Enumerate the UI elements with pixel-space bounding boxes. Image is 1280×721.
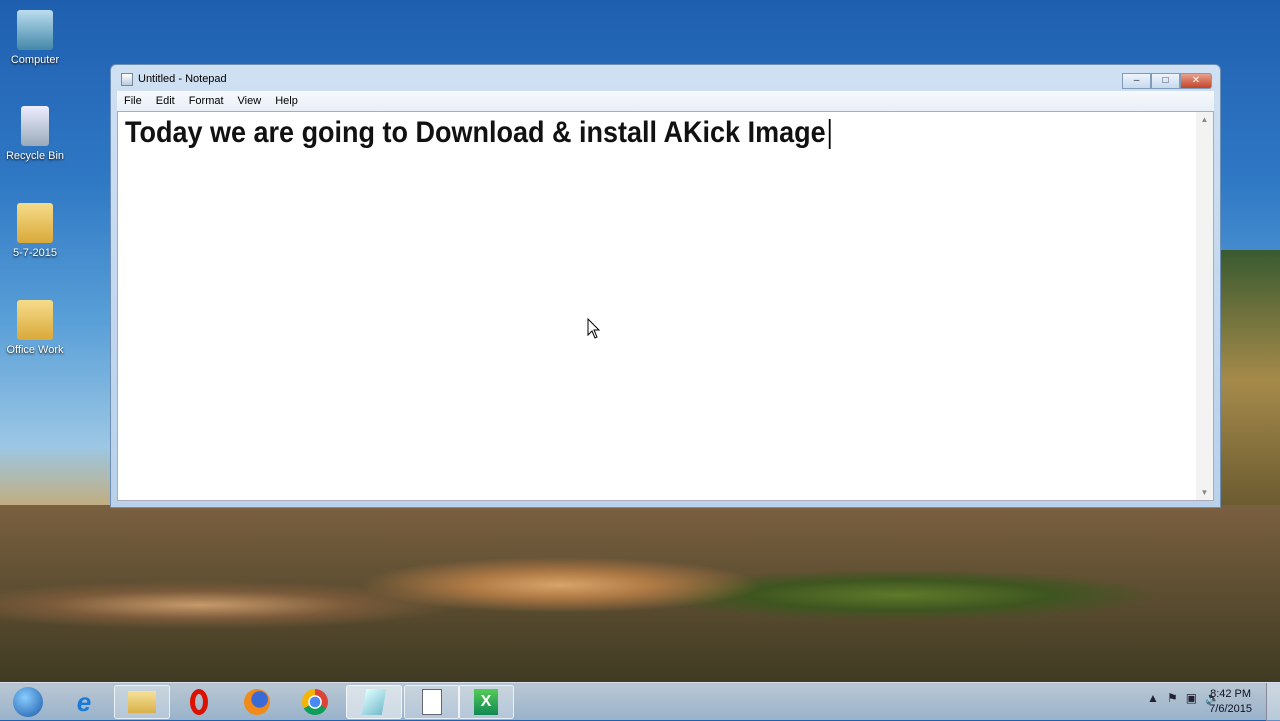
desktop-icon-office-work[interactable]: Office Work <box>2 300 68 356</box>
show-hidden-icons-button[interactable]: ▲ <box>1147 691 1159 705</box>
taskbar-opera[interactable] <box>171 685 227 719</box>
taskbar-file-explorer[interactable] <box>114 685 170 719</box>
notepad-icon <box>361 689 387 715</box>
notepad-icon <box>121 72 133 86</box>
excel-icon: X <box>474 689 498 715</box>
close-button[interactable]: ✕ <box>1180 73 1212 89</box>
editor-text: Today we are going to Download & install… <box>125 116 826 149</box>
windows-logo-icon <box>13 687 43 717</box>
desktop-icon-computer[interactable]: Computer <box>2 10 68 66</box>
icon-label: Office Work <box>6 344 64 356</box>
taskbar-excel[interactable]: X <box>458 685 514 719</box>
mouse-cursor-icon <box>587 318 601 339</box>
clock[interactable]: 8:42 PM 7/6/2015 <box>1209 687 1252 717</box>
icon-label: Recycle Bin <box>5 150 65 162</box>
firefox-icon <box>244 689 270 715</box>
menu-format[interactable]: Format <box>182 95 231 107</box>
document-icon <box>422 689 442 715</box>
taskbar: e X ▲ ⚑ ▣ 🔈 8:42 PM 7/6/2015 <box>0 682 1280 721</box>
title-bar[interactable]: Untitled - Notepad <box>111 65 1220 93</box>
text-caret <box>829 119 832 150</box>
folder-icon <box>17 300 53 340</box>
internet-explorer-icon: e <box>76 686 92 717</box>
chrome-icon <box>302 689 328 715</box>
network-icon[interactable]: ▣ <box>1186 691 1197 705</box>
desktop-icon-recycle-bin[interactable]: Recycle Bin <box>2 106 68 162</box>
minimize-button[interactable]: – <box>1122 73 1151 89</box>
clock-date: 7/6/2015 <box>1209 703 1252 715</box>
window-title: Untitled - Notepad <box>138 73 227 85</box>
text-editor[interactable]: Today we are going to Download & install… <box>117 111 1214 501</box>
computer-icon <box>17 10 53 50</box>
opera-icon <box>190 689 208 715</box>
taskbar-media-app[interactable] <box>404 685 460 719</box>
taskbar-internet-explorer[interactable]: e <box>56 685 112 719</box>
clock-time: 8:42 PM <box>1210 688 1252 700</box>
show-desktop-button[interactable] <box>1266 683 1280 721</box>
menu-help[interactable]: Help <box>268 95 305 107</box>
action-center-flag-icon[interactable]: ⚑ <box>1167 691 1178 705</box>
menu-edit[interactable]: Edit <box>149 95 182 107</box>
notepad-window: Untitled - Notepad – □ ✕ File Edit Forma… <box>110 64 1221 508</box>
folder-icon <box>128 691 156 713</box>
folder-icon <box>17 203 53 243</box>
start-button[interactable] <box>0 685 56 719</box>
wallpaper-hill <box>1220 250 1280 510</box>
menu-bar: File Edit Format View Help <box>117 91 1214 111</box>
taskbar-chrome[interactable] <box>287 685 343 719</box>
recycle-bin-icon <box>21 106 49 146</box>
menu-view[interactable]: View <box>231 95 269 107</box>
taskbar-firefox[interactable] <box>229 685 285 719</box>
vertical-scrollbar[interactable]: ▲ ▼ <box>1196 112 1213 500</box>
desktop-icon-folder-5-7-2015[interactable]: 5-7-2015 <box>2 203 68 259</box>
menu-file[interactable]: File <box>117 95 149 107</box>
icon-label: 5-7-2015 <box>12 247 58 259</box>
maximize-button[interactable]: □ <box>1151 73 1180 89</box>
icon-label: Computer <box>10 54 60 66</box>
wallpaper-rocks <box>0 505 1280 685</box>
taskbar-notepad[interactable] <box>346 685 402 719</box>
